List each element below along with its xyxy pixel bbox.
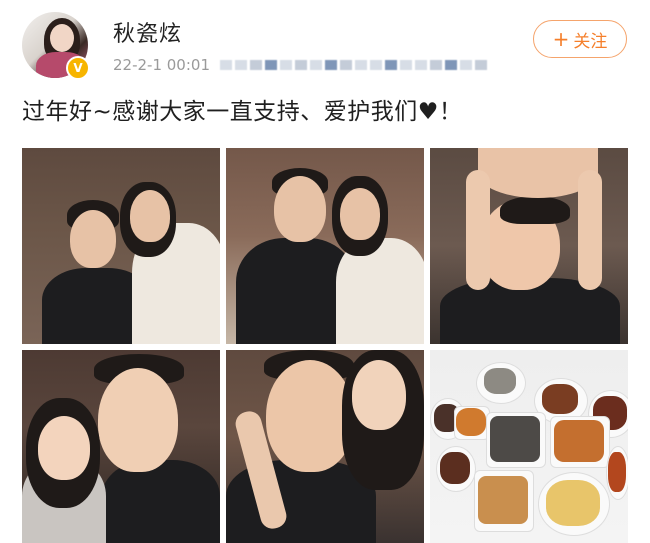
avatar[interactable]: V xyxy=(22,12,90,80)
photo-selfie[interactable] xyxy=(22,350,220,543)
photo-grid xyxy=(22,148,628,543)
verified-badge-icon: V xyxy=(66,56,90,80)
post-timestamp[interactable]: 22-2-1 00:01 xyxy=(113,56,210,74)
author-name[interactable]: 秋瓷炫 xyxy=(113,16,182,48)
post-text: 过年好~感谢大家一直支持、爱护我们♥！ xyxy=(22,99,463,125)
post-meta: 22-2-1 00:01 xyxy=(113,56,487,74)
avatar-face xyxy=(50,24,74,52)
photo-couple-hug[interactable] xyxy=(22,148,220,344)
follow-button-label: 关注 xyxy=(573,31,608,52)
photo-cheek-kiss[interactable] xyxy=(226,350,424,543)
photo-couple-sitting[interactable] xyxy=(226,148,424,344)
blurred-source xyxy=(220,60,487,70)
photo-new-year-dishes[interactable] xyxy=(430,350,628,543)
plus-icon: + xyxy=(552,27,570,51)
follow-button[interactable]: + 关注 xyxy=(533,20,627,58)
photo-hands-on-head[interactable] xyxy=(430,148,628,344)
